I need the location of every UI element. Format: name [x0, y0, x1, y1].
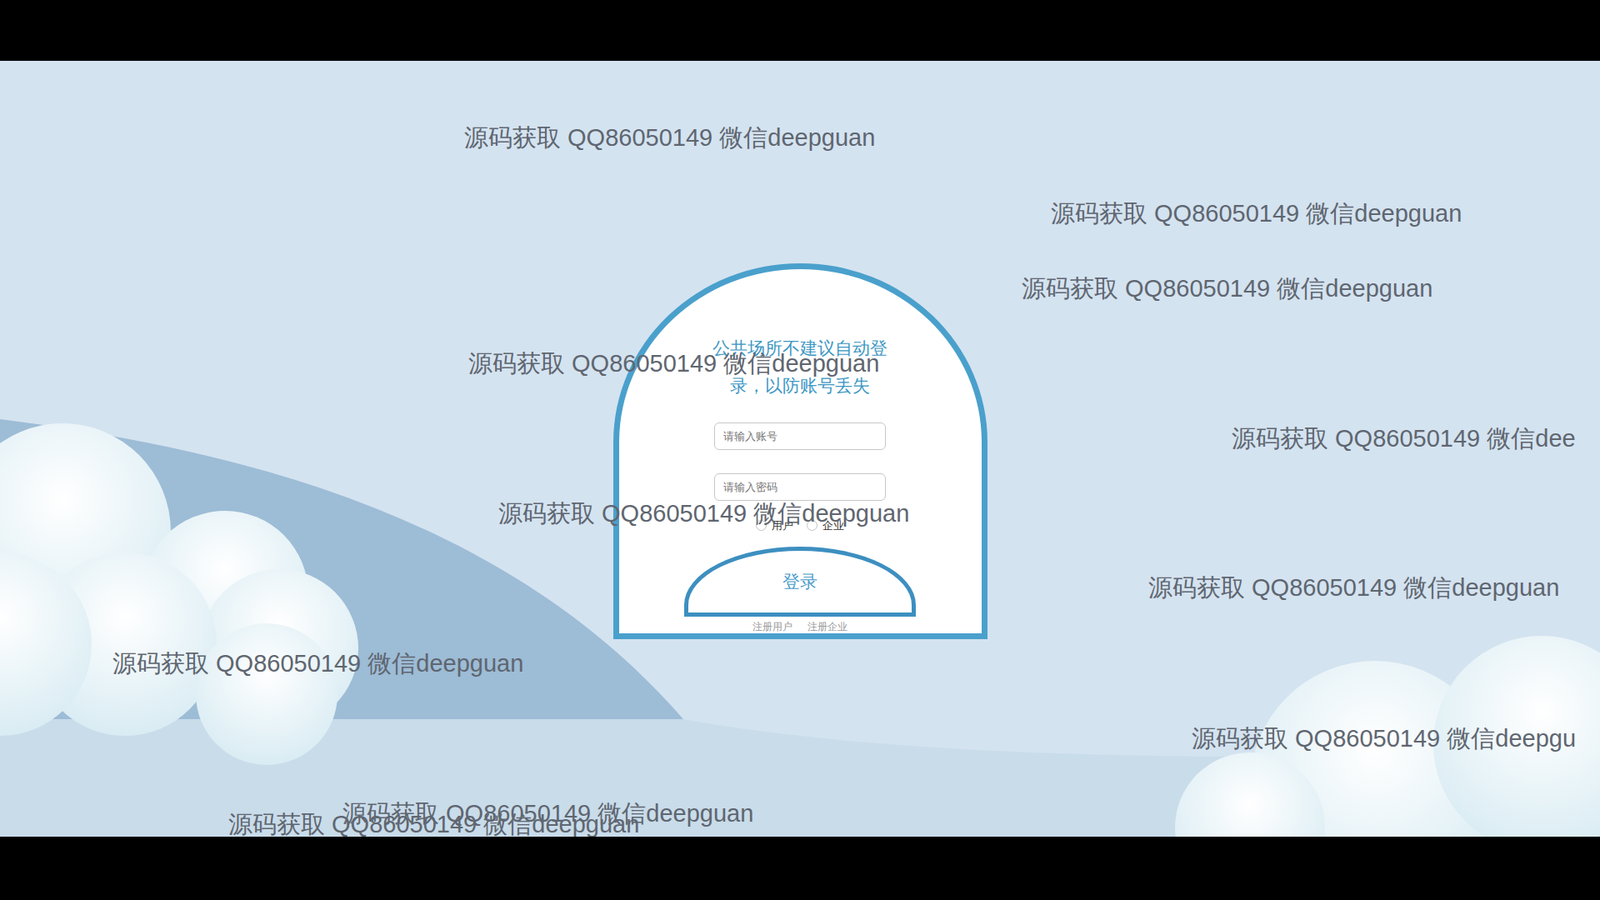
- watermark: 源码获取 QQ86050149 微信deepguan: [1148, 572, 1560, 603]
- login-button[interactable]: 登录: [684, 546, 916, 617]
- login-button-label: 登录: [782, 568, 818, 595]
- watermark: 源码获取 QQ86050149 微信deepguan: [112, 648, 524, 679]
- login-card: 公共场所不建议自动登录，以防账号丢失 用户 企业 登录 注册用户注册企业: [613, 263, 988, 640]
- watermark: 源码获取 QQ86050149 微信deepguan: [1021, 273, 1433, 304]
- video-top-bar: [0, 0, 1600, 61]
- register-link[interactable]: 注册企业: [807, 620, 848, 634]
- watermark: 源码获取 QQ86050149 微信deepguan: [228, 809, 640, 837]
- video-bottom-bar: [0, 836, 1600, 900]
- radio-circle[interactable]: [755, 520, 767, 531]
- account-input[interactable]: [714, 422, 886, 450]
- watermark: 源码获取 QQ86050149 微信deepguan: [464, 122, 875, 153]
- watermark: 源码获取 QQ86050149 微信deepguan: [1050, 198, 1462, 229]
- radio-label: 用户: [771, 517, 794, 535]
- watermark: 源码获取 QQ86050149 微信dee: [1231, 423, 1576, 454]
- login-page: 公共场所不建议自动登录，以防账号丢失 用户 企业 登录 注册用户注册企业 源码获取…: [0, 60, 1600, 837]
- register-links: 注册用户注册企业: [752, 620, 848, 634]
- role-radio[interactable]: 企业: [806, 517, 845, 535]
- login-notice: 公共场所不建议自动登录，以防账号丢失: [703, 329, 897, 405]
- radio-label: 企业: [822, 517, 845, 535]
- role-radio[interactable]: 用户: [755, 517, 794, 535]
- register-link[interactable]: 注册用户: [752, 620, 793, 634]
- watermark: 源码获取 QQ86050149 微信deepguan: [342, 798, 754, 829]
- role-radio-group: 用户 企业: [755, 517, 845, 535]
- watermark: 源码获取 QQ86050149 微信deepgu: [1191, 723, 1576, 754]
- radio-circle[interactable]: [806, 520, 818, 531]
- password-input[interactable]: [714, 473, 886, 501]
